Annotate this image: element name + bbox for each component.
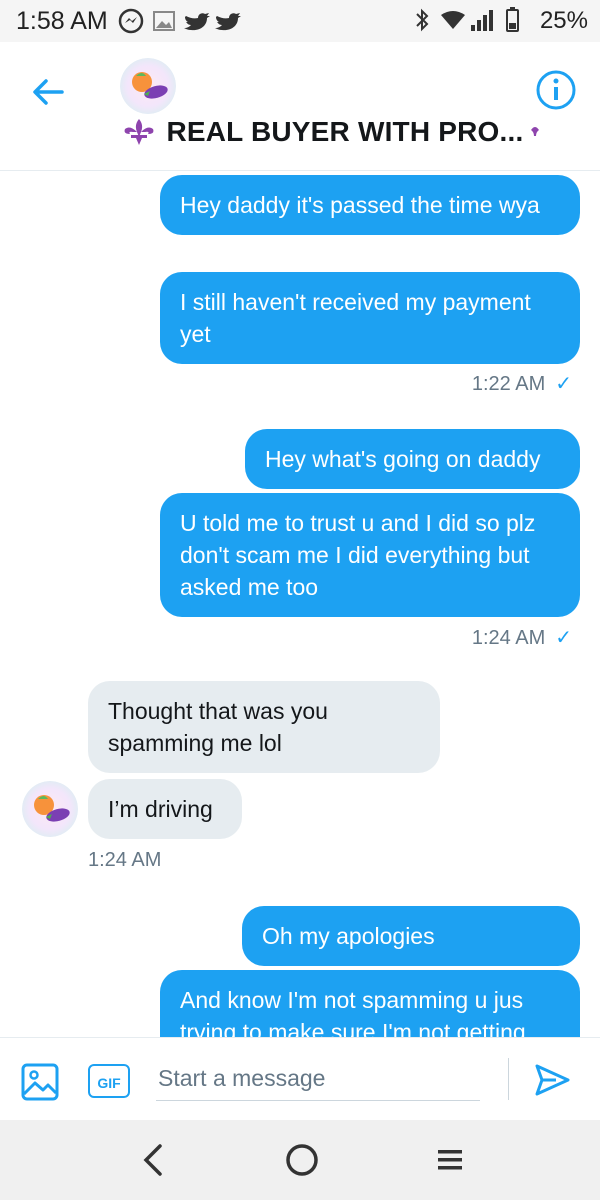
fleur-de-lis-icon bbox=[124, 119, 154, 145]
battery-icon bbox=[506, 7, 520, 32]
conversation-title[interactable]: REAL BUYER WITH PRO... bbox=[122, 116, 542, 156]
divider bbox=[508, 1058, 509, 1100]
message-bubble-outgoing[interactable]: Hey what's going on daddy bbox=[245, 429, 580, 489]
peach-eggplant-avatar-icon bbox=[22, 781, 78, 837]
send-icon[interactable] bbox=[532, 1060, 572, 1100]
message-bubble-incoming[interactable]: I’m driving bbox=[88, 779, 242, 839]
battery-percent: 25% bbox=[539, 7, 588, 34]
page-title: REAL BUYER WITH PRO... bbox=[166, 116, 524, 147]
status-right: 25% bbox=[413, 7, 588, 35]
image-icon[interactable] bbox=[20, 1062, 60, 1102]
bluetooth-icon bbox=[416, 8, 429, 32]
message-bubble-incoming[interactable]: Thought that was you spamming me lol bbox=[88, 681, 440, 773]
back-arrow-icon[interactable] bbox=[26, 70, 70, 114]
status-bar: 1:58 AM 25% bbox=[0, 0, 600, 42]
messenger-icon bbox=[118, 8, 144, 34]
sender-avatar[interactable] bbox=[22, 781, 78, 837]
info-icon[interactable] bbox=[534, 68, 578, 112]
message-bubble-outgoing[interactable]: And know I'm not spamming u jus trying t… bbox=[160, 970, 580, 1037]
message-input[interactable] bbox=[156, 1056, 480, 1101]
avatar[interactable] bbox=[120, 58, 176, 114]
peach-eggplant-avatar-icon bbox=[120, 58, 176, 114]
nav-home-icon[interactable] bbox=[284, 1142, 320, 1178]
nav-back-icon[interactable] bbox=[138, 1142, 168, 1178]
message-timestamp: 1:22 AM ✓ bbox=[471, 373, 572, 395]
message-list[interactable]: Hey daddy it's passed the time wya I sti… bbox=[0, 171, 600, 1037]
message-timestamp: 1:24 AM ✓ bbox=[471, 627, 572, 649]
read-check-icon: ✓ bbox=[555, 373, 572, 395]
gif-button[interactable]: GIF bbox=[88, 1064, 130, 1098]
signal-icon bbox=[471, 10, 494, 31]
system-nav-bar bbox=[0, 1120, 600, 1200]
wifi-icon bbox=[441, 11, 466, 29]
nav-menu-icon[interactable] bbox=[434, 1144, 466, 1176]
status-time: 1:58 AM bbox=[16, 7, 108, 35]
message-bubble-outgoing[interactable]: Oh my apologies bbox=[242, 906, 580, 966]
message-bubble-outgoing[interactable]: Hey daddy it's passed the time wya bbox=[160, 175, 580, 235]
read-check-icon: ✓ bbox=[555, 627, 572, 649]
conversation-header: REAL BUYER WITH PRO... bbox=[0, 42, 600, 171]
system-icons bbox=[416, 7, 520, 32]
notification-icons bbox=[118, 8, 241, 34]
message-bubble-outgoing[interactable]: U told me to trust u and I did so plz do… bbox=[160, 493, 580, 617]
fleur-de-lis-icon bbox=[530, 127, 539, 136]
twitter-icon bbox=[184, 13, 241, 31]
message-timestamp: 1:24 AM bbox=[88, 849, 162, 871]
gallery-icon bbox=[153, 11, 175, 31]
message-composer: GIF bbox=[0, 1037, 600, 1121]
message-bubble-outgoing[interactable]: I still haven't received my payment yet bbox=[160, 272, 580, 364]
